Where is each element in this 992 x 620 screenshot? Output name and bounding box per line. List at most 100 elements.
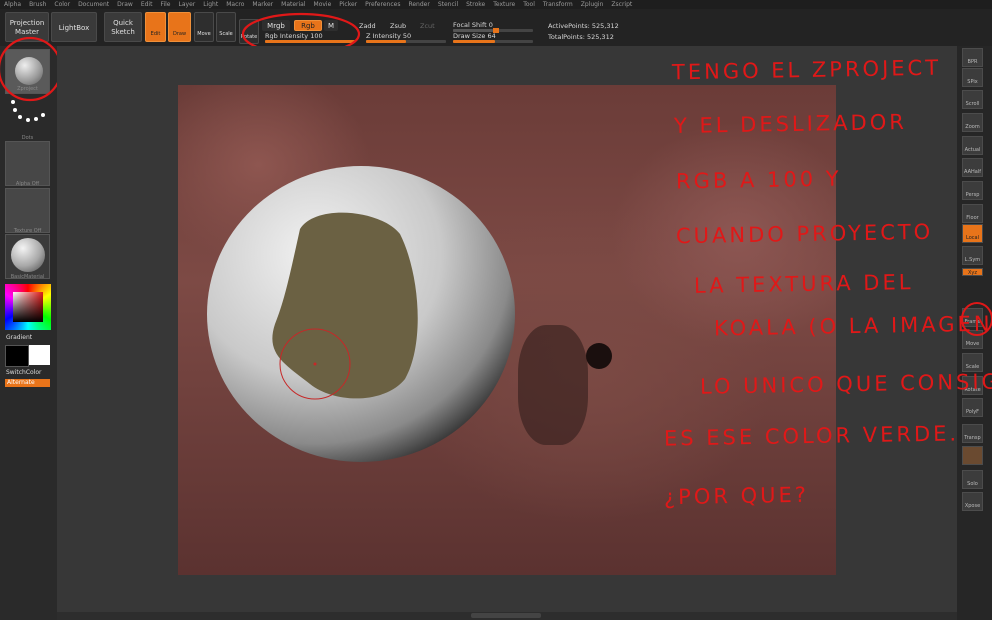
sphere-model[interactable]	[205, 164, 517, 464]
koala-nose	[518, 325, 588, 445]
menu-item-zscript[interactable]: Zscript	[607, 0, 636, 9]
right-btn-transp[interactable]: Transp	[962, 424, 983, 443]
right-btn-bpr[interactable]: BPR	[962, 48, 983, 67]
draw-size-slider[interactable]	[453, 40, 533, 43]
menu-item-color[interactable]: Color	[50, 0, 74, 9]
right-btn-l-sym[interactable]: L.Sym	[962, 246, 983, 265]
menu-item-render[interactable]: Render	[404, 0, 433, 9]
main-color-swatch[interactable]	[5, 345, 29, 367]
right-btn-zoom[interactable]: Zoom	[962, 113, 983, 132]
right-btn-scroll[interactable]: Scroll	[962, 90, 983, 109]
move-button[interactable]: Move	[194, 12, 214, 42]
gradient-label[interactable]: Gradient	[6, 334, 32, 341]
annotation-line: CUANDO PROYECTO	[675, 219, 934, 249]
right-btn-label: Floor	[966, 215, 979, 221]
material-caption: BasicMaterial	[10, 274, 45, 280]
quick-sketch-button[interactable]: Quick Sketch	[104, 12, 142, 42]
right-btn-label: Xyz	[967, 270, 977, 276]
right-btn-polyf[interactable]: PolyF	[962, 398, 983, 417]
right-btn-label: Actual	[964, 147, 981, 153]
annotation-line: TENGO EL ZPROJECT	[671, 55, 942, 85]
annotation-line: RGB A 100 Y	[675, 166, 842, 194]
annotation-line: ES ESE COLOR VERDE.	[663, 421, 960, 451]
right-btn-label: Zoom	[965, 124, 980, 130]
right-btn-aahalf[interactable]: AAHalf	[962, 158, 983, 177]
annotation-line: LO UNICO QUE CONSIGO	[699, 369, 992, 399]
material-sphere-icon	[11, 238, 45, 272]
right-btn-label: SPix	[967, 79, 978, 85]
right-btn-label: BPR	[967, 59, 978, 65]
top-toolbar: Projection Master LightBox Quick Sketch …	[0, 9, 992, 47]
annotation-line: ¿POR QUE?	[663, 482, 810, 510]
z-intensity-fill	[366, 40, 406, 43]
right-btn-label: Persp	[965, 192, 980, 198]
z-intensity-label: Z Intensity 50	[366, 32, 412, 40]
focal-shift-label: Focal Shift 0	[453, 21, 493, 29]
menu-item-light[interactable]: Light	[199, 0, 222, 9]
right-btn-spix[interactable]: SPix	[962, 68, 983, 87]
right-btn-persp[interactable]: Persp	[962, 181, 983, 200]
alpha-thumb[interactable]	[5, 141, 50, 186]
menu-item-brush[interactable]: Brush	[25, 0, 50, 9]
menu-item-marker[interactable]: Marker	[248, 0, 277, 9]
right-btn-label: L.Sym	[964, 257, 981, 263]
draw-size-label: Draw Size 64	[453, 32, 496, 40]
menu-item-edit[interactable]: Edit	[137, 0, 157, 9]
right-btn-label: AAHalf	[964, 169, 981, 175]
right-btn-label: PolyF	[965, 409, 980, 415]
draw-button[interactable]: Draw	[168, 12, 191, 42]
right-btn-spacer-19[interactable]	[962, 446, 983, 465]
menu-bar: Alpha Brush Color Document Draw Edit File Layer…	[0, 0, 992, 9]
right-btn-local[interactable]: Local	[962, 224, 983, 243]
right-btn-xpose[interactable]: Xpose	[962, 492, 983, 511]
menu-item-picker[interactable]: Picker	[335, 0, 361, 9]
right-btn-solo[interactable]: Solo	[962, 470, 983, 489]
menu-item-file[interactable]: File	[156, 0, 174, 9]
menu-item-preferences[interactable]: Preferences	[361, 0, 404, 9]
active-points: ActivePoints: 525,312	[548, 22, 619, 30]
annotation-line: LA TEXTURA DEL	[693, 270, 914, 298]
texture-thumb[interactable]	[5, 188, 50, 233]
menu-item-movie[interactable]: Movie	[310, 0, 336, 9]
right-btn-label: Local	[966, 235, 979, 241]
secondary-color-swatch[interactable]	[29, 345, 50, 365]
right-btn-xyz[interactable]: Xyz	[962, 268, 983, 276]
total-points: TotalPoints: 525,312	[548, 33, 614, 41]
switchcolor-button[interactable]: SwitchColor	[6, 369, 42, 376]
bottom-bar	[57, 612, 957, 620]
scale-button[interactable]: Scale	[216, 12, 236, 42]
color-square	[13, 292, 43, 322]
menu-item-draw[interactable]: Draw	[113, 0, 137, 9]
annotation-line: Y EL DESLIZADOR	[673, 109, 908, 139]
z-intensity-slider[interactable]	[366, 40, 446, 43]
color-picker[interactable]	[5, 284, 51, 330]
alternate-button[interactable]: Alternate	[5, 379, 50, 387]
menu-item-stroke[interactable]: Stroke	[462, 0, 489, 9]
menu-item-transform[interactable]: Transform	[539, 0, 577, 9]
koala-eye	[586, 343, 612, 369]
annotation-line: KOALA (O LA IMAGEN)	[713, 311, 992, 341]
right-btn-label: Scroll	[965, 101, 980, 107]
material-thumb[interactable]	[5, 234, 50, 279]
menu-item-document[interactable]: Document	[74, 0, 113, 9]
menu-item-macro[interactable]: Macro	[222, 0, 248, 9]
zcut-button[interactable]: Zcut	[420, 22, 435, 30]
menu-item-layer[interactable]: Layer	[175, 0, 200, 9]
right-btn-label: Move	[965, 341, 980, 347]
alpha-caption: Alpha Off	[15, 181, 40, 187]
right-btn-actual[interactable]: Actual	[962, 136, 983, 155]
menu-item-alpha[interactable]: Alpha	[0, 0, 25, 9]
menu-item-tool[interactable]: Tool	[519, 0, 539, 9]
bottom-splitter-handle[interactable]	[471, 613, 541, 618]
menu-item-zplugin[interactable]: Zplugin	[577, 0, 608, 9]
menu-item-material[interactable]: Material	[277, 0, 309, 9]
draw-size-fill	[453, 40, 495, 43]
menu-item-stencil[interactable]: Stencil	[434, 0, 462, 9]
left-shelf: Zproject Dots Alpha Off Texture Off Basi…	[0, 46, 57, 620]
zsub-button[interactable]: Zsub	[390, 22, 406, 30]
edit-button[interactable]: Edit	[145, 12, 166, 42]
menu-item-texture[interactable]: Texture	[489, 0, 519, 9]
right-btn-spacer-11[interactable]	[962, 278, 983, 290]
brush-cursor-center	[313, 362, 317, 366]
right-btn-floor[interactable]: Floor	[962, 204, 983, 223]
